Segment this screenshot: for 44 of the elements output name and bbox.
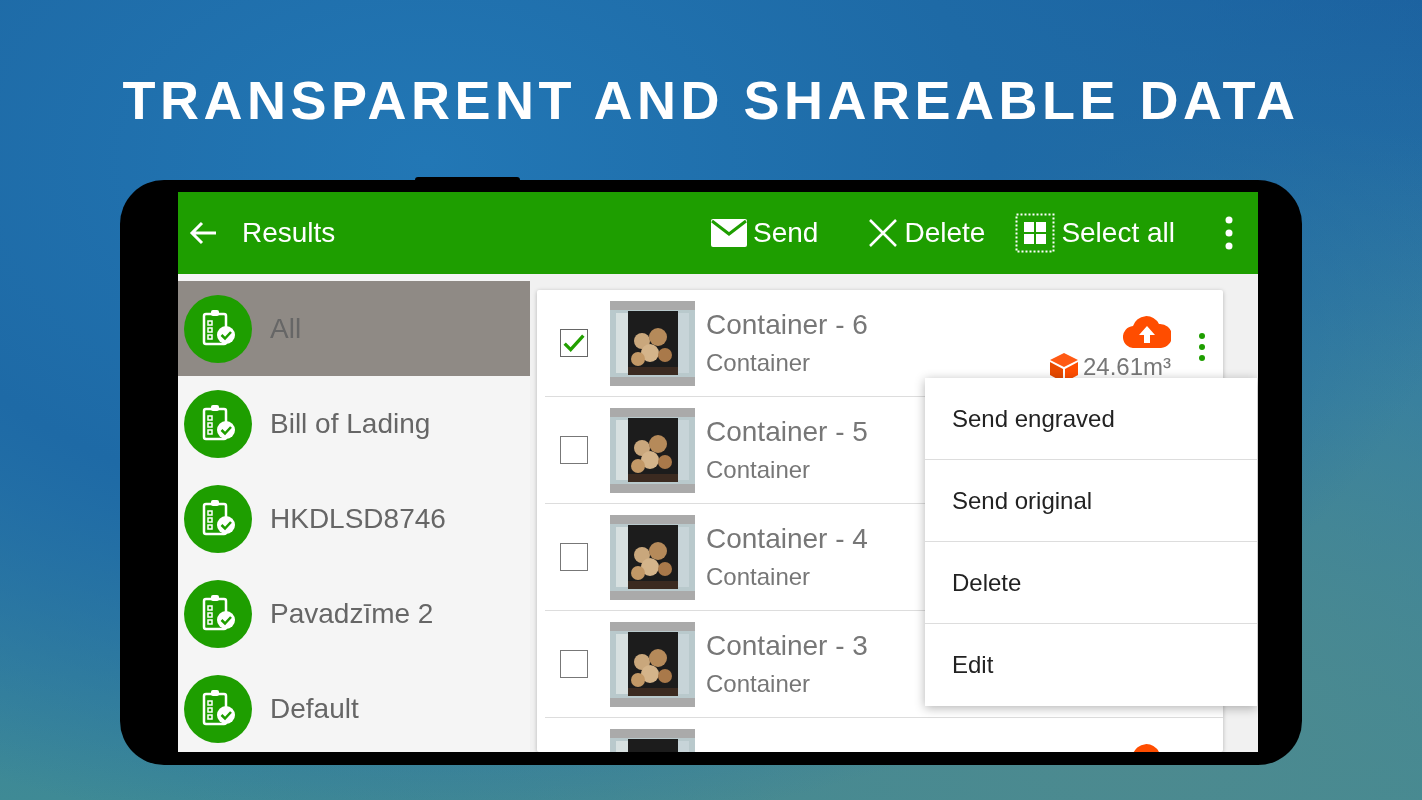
item-title: Container - 3 bbox=[706, 630, 868, 662]
close-icon bbox=[868, 218, 899, 248]
clipboard-check-icon bbox=[184, 389, 252, 458]
volume-value: 24.61m³ bbox=[1082, 353, 1171, 381]
clipboard-check-icon bbox=[184, 579, 252, 648]
clipboard-check-icon bbox=[184, 294, 252, 363]
item-type: Container bbox=[706, 456, 812, 484]
category-label: Bill of Lading bbox=[270, 407, 431, 440]
select-all-button[interactable]: Select all bbox=[1015, 213, 1175, 253]
delete-button[interactable]: Delete bbox=[868, 217, 986, 249]
menu-item[interactable]: Delete bbox=[925, 542, 1257, 624]
envelope-icon bbox=[711, 219, 748, 247]
sidebar-item[interactable]: Bill of Lading bbox=[178, 376, 530, 471]
checkbox[interactable] bbox=[560, 329, 588, 357]
kebab-icon bbox=[1225, 216, 1233, 250]
item-title: Container - 4 bbox=[706, 523, 868, 555]
sidebar-item[interactable]: Default bbox=[178, 661, 530, 752]
headline: TRANSPARENT AND SHAREABLE DATA bbox=[122, 70, 1300, 130]
more-options-button[interactable] bbox=[1225, 216, 1233, 250]
send-button[interactable]: Send bbox=[711, 217, 819, 249]
item-title: Container - 6 bbox=[706, 309, 868, 341]
sidebar-item[interactable]: Pavadzīme 2 bbox=[178, 566, 530, 661]
category-label: Pavadzīme 2 bbox=[270, 597, 434, 630]
sidebar-item[interactable]: HKDLSD8746 bbox=[178, 471, 530, 566]
item-type: Container bbox=[706, 563, 812, 591]
clipboard-check-icon bbox=[184, 674, 252, 743]
category-label: Default bbox=[270, 692, 359, 725]
select-all-icon bbox=[1015, 213, 1056, 253]
item-type: Container bbox=[706, 670, 812, 698]
clipboard-check-icon bbox=[184, 484, 252, 553]
screen-title: Results bbox=[242, 217, 336, 249]
row-menu-button[interactable] bbox=[1198, 332, 1206, 362]
item-title: Container - 5 bbox=[706, 416, 868, 448]
checkbox[interactable] bbox=[560, 436, 588, 464]
category-label: HKDLSD8746 bbox=[270, 502, 446, 535]
menu-item[interactable]: Send original bbox=[925, 460, 1257, 542]
checkbox[interactable] bbox=[560, 543, 588, 571]
item-type: Container bbox=[706, 349, 812, 377]
checkbox[interactable] bbox=[560, 650, 588, 678]
back-arrow-icon bbox=[188, 221, 218, 245]
menu-item[interactable]: Send engraved bbox=[925, 378, 1257, 460]
checkmark-icon bbox=[562, 333, 586, 353]
back-button[interactable] bbox=[188, 221, 218, 245]
kebab-icon bbox=[1198, 332, 1206, 362]
